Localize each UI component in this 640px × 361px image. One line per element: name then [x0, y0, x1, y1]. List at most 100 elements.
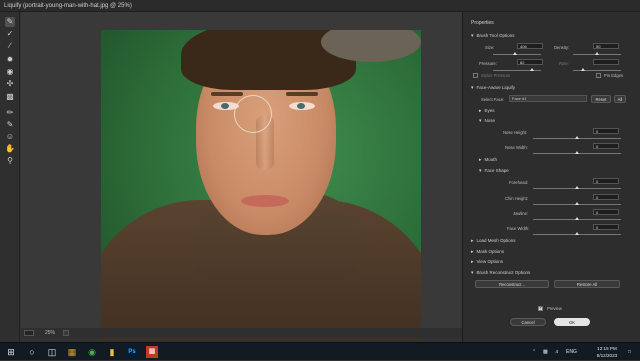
load-mesh-options-header[interactable]: Load Mesh Options — [471, 238, 516, 244]
preview-checkbox[interactable] — [538, 305, 543, 311]
app-icon[interactable]: ▩ — [146, 346, 158, 358]
ok-button[interactable]: OK — [554, 318, 590, 326]
mouth-section[interactable]: Mouth — [479, 157, 498, 163]
stylus-pressure-checkbox[interactable] — [473, 73, 478, 78]
zoom-level[interactable]: 25% — [45, 328, 55, 338]
select-face-dropdown[interactable]: Face #1 — [509, 95, 587, 102]
hand-tool-icon[interactable]: ✋ — [5, 144, 15, 154]
window-title: Liquify (portrait-young-man-with-hat.jpg… — [0, 0, 640, 12]
clock-date: 8/12/2023 — [596, 353, 618, 358]
brush-reconstruct-options-header[interactable]: Brush Reconstruct Options — [471, 270, 531, 276]
notification-icon[interactable]: □ — [628, 343, 631, 361]
size-input[interactable]: 406 — [517, 43, 543, 49]
pressure-label: Pressure: — [479, 61, 497, 66]
search-icon[interactable]: ○ — [26, 346, 38, 358]
thaw-mask-tool-icon[interactable]: ✎ — [5, 120, 15, 130]
reconstruct-button[interactable]: Reconstruct... — [475, 280, 549, 288]
density-label: Density: — [554, 45, 570, 50]
jawline-thumb[interactable] — [575, 217, 579, 220]
chin-height-slider[interactable] — [533, 202, 621, 205]
face-aware-liquify-header[interactable]: Face-Aware Liquify — [471, 85, 515, 91]
rate-input[interactable] — [593, 59, 619, 65]
jawline-label: Jawline: — [513, 211, 529, 216]
face-width-slider[interactable] — [533, 232, 621, 235]
reconstruct-tool-icon[interactable]: ✓ — [5, 29, 15, 39]
windows-taskbar: ⊞ ○ ◫ ▦ ◉ ▮ Ps ▩ ⌃ ▩ ♬ ENG 12:15 PM 8/12… — [0, 342, 640, 360]
chin-height-input[interactable]: 0 — [593, 194, 619, 200]
size-label: Size: — [485, 45, 495, 50]
smooth-tool-icon[interactable]: ∕ — [5, 41, 15, 51]
chin-height-thumb[interactable] — [575, 202, 579, 205]
forehead-input[interactable]: 0 — [593, 178, 619, 184]
rate-slider[interactable] — [573, 68, 621, 71]
reset-face-button[interactable]: Reset — [591, 95, 611, 103]
photoshop-icon[interactable]: Ps — [126, 346, 138, 358]
forehead-label: Forehead: — [509, 180, 529, 185]
preview-canvas-area[interactable] — [21, 12, 462, 340]
pin-edges-checkbox[interactable] — [596, 73, 601, 78]
face-width-label: Face Width: — [507, 226, 530, 231]
calculator-icon[interactable]: ▦ — [66, 346, 78, 358]
pressure-input[interactable]: 82 — [517, 59, 543, 65]
nose-height-input[interactable]: 0 — [593, 128, 619, 134]
zoom-out-button[interactable] — [24, 330, 34, 336]
network-icon[interactable]: ▩ — [543, 343, 548, 361]
rate-slider-thumb[interactable] — [580, 68, 585, 71]
nose-section[interactable]: Nose — [479, 118, 496, 124]
nose-width-slider[interactable] — [533, 151, 621, 154]
bloat-tool-icon[interactable]: ✣ — [5, 79, 15, 89]
status-bar: 25% — [21, 328, 462, 338]
face-tool-icon[interactable]: ☺ — [5, 132, 15, 142]
cancel-button[interactable]: Cancel — [510, 318, 546, 326]
mask-options-header[interactable]: Mask Options — [471, 249, 505, 255]
density-input[interactable]: 50 — [593, 43, 619, 49]
face-width-thumb[interactable] — [575, 232, 579, 235]
pucker-tool-icon[interactable]: ◉ — [5, 67, 15, 77]
chin-height-label: Chin Height: — [505, 196, 529, 201]
density-slider-thumb[interactable] — [595, 52, 599, 55]
nose-height-label: Nose Height: — [503, 130, 528, 135]
nose-height-slider[interactable] — [533, 136, 621, 139]
view-options-header[interactable]: View Options — [471, 259, 503, 265]
freeze-mask-tool-icon[interactable]: ✏ — [5, 108, 15, 118]
nose-width-input[interactable]: 0 — [593, 143, 619, 149]
start-icon[interactable]: ⊞ — [5, 346, 17, 358]
eyes-section[interactable]: Eyes — [479, 108, 495, 114]
properties-panel: Properties Brush Tool Options Size: 406 … — [462, 12, 640, 342]
select-face-label: Select Face: — [481, 97, 505, 102]
file-explorer-icon[interactable]: ▮ — [106, 346, 118, 358]
face-shape-section[interactable]: Face Shape — [479, 168, 509, 174]
forward-warp-tool-icon[interactable]: ✎ — [5, 17, 15, 27]
push-left-tool-icon[interactable]: ▩ — [5, 92, 15, 102]
size-slider[interactable] — [493, 52, 541, 55]
volume-icon[interactable]: ♬ — [555, 343, 560, 361]
nose-height-thumb[interactable] — [575, 136, 579, 139]
liquify-toolbar: ✎ ✓ ∕ ✹ ◉ ✣ ▩ ✏ ✎ ☺ ✋ ⚲ — [0, 12, 20, 342]
tray-chevron-icon[interactable]: ⌃ — [532, 343, 536, 361]
pressure-slider[interactable] — [493, 68, 541, 71]
forehead-thumb[interactable] — [575, 186, 579, 189]
panel-title: Properties — [471, 20, 494, 26]
jawline-input[interactable]: 0 — [593, 209, 619, 215]
stylus-pressure-label: Stylus Pressure — [481, 73, 511, 78]
portrait-photo[interactable] — [101, 30, 421, 340]
zoom-dropdown-button[interactable] — [63, 330, 69, 336]
twirl-tool-icon[interactable]: ✹ — [5, 55, 15, 65]
task-view-icon[interactable]: ◫ — [46, 346, 58, 358]
language-indicator[interactable]: ENG — [566, 343, 577, 361]
brush-tool-options-header[interactable]: Brush Tool Options — [471, 33, 515, 39]
face-width-input[interactable]: 0 — [593, 224, 619, 230]
chrome-icon[interactable]: ◉ — [86, 346, 98, 358]
jawline-slider[interactable] — [533, 217, 621, 220]
nose-width-thumb[interactable] — [575, 151, 579, 154]
forehead-slider[interactable] — [533, 186, 621, 189]
restore-all-button[interactable]: Restore All — [554, 280, 620, 288]
zoom-tool-icon[interactable]: ⚲ — [5, 156, 15, 166]
pressure-slider-thumb[interactable] — [530, 68, 535, 71]
rate-label: Rate: — [559, 61, 570, 66]
density-slider[interactable] — [573, 52, 621, 55]
size-slider-thumb[interactable] — [512, 52, 517, 55]
nose-width-label: Nose Width: — [505, 145, 528, 150]
all-faces-button[interactable]: All — [614, 95, 626, 103]
taskbar-clock[interactable]: 12:15 PM 8/12/2023 — [590, 345, 624, 359]
